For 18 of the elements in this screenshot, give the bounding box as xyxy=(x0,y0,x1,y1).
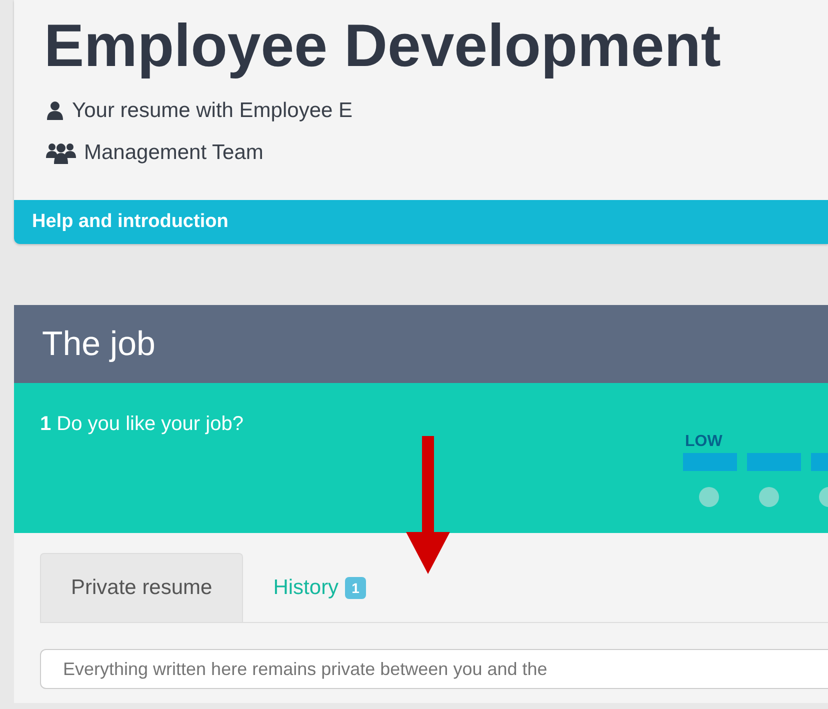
group-icon xyxy=(46,142,76,164)
person-icon xyxy=(46,101,64,121)
section-title: The job xyxy=(42,324,156,364)
rating-option[interactable] xyxy=(759,487,779,507)
rating-option[interactable] xyxy=(699,487,719,507)
count-badge: 1 xyxy=(344,576,366,598)
scale-bar xyxy=(747,453,801,471)
question-text: 1 Do you like your job? xyxy=(40,412,244,437)
tab[interactable]: Private resume xyxy=(40,553,244,622)
scale-bar xyxy=(683,453,737,471)
help-bar[interactable]: Help and introduction xyxy=(14,200,828,244)
tab[interactable]: History 1 xyxy=(243,553,396,622)
page-title: Employee Development xyxy=(43,11,722,81)
note-field[interactable]: Everything written here remains private between you and the xyxy=(40,649,828,689)
arrow-icon xyxy=(406,436,450,574)
meta-text: Management Team xyxy=(84,141,264,165)
meta-text: Your resume with Employee E xyxy=(72,99,353,123)
scale-label: LOW xyxy=(685,433,722,451)
